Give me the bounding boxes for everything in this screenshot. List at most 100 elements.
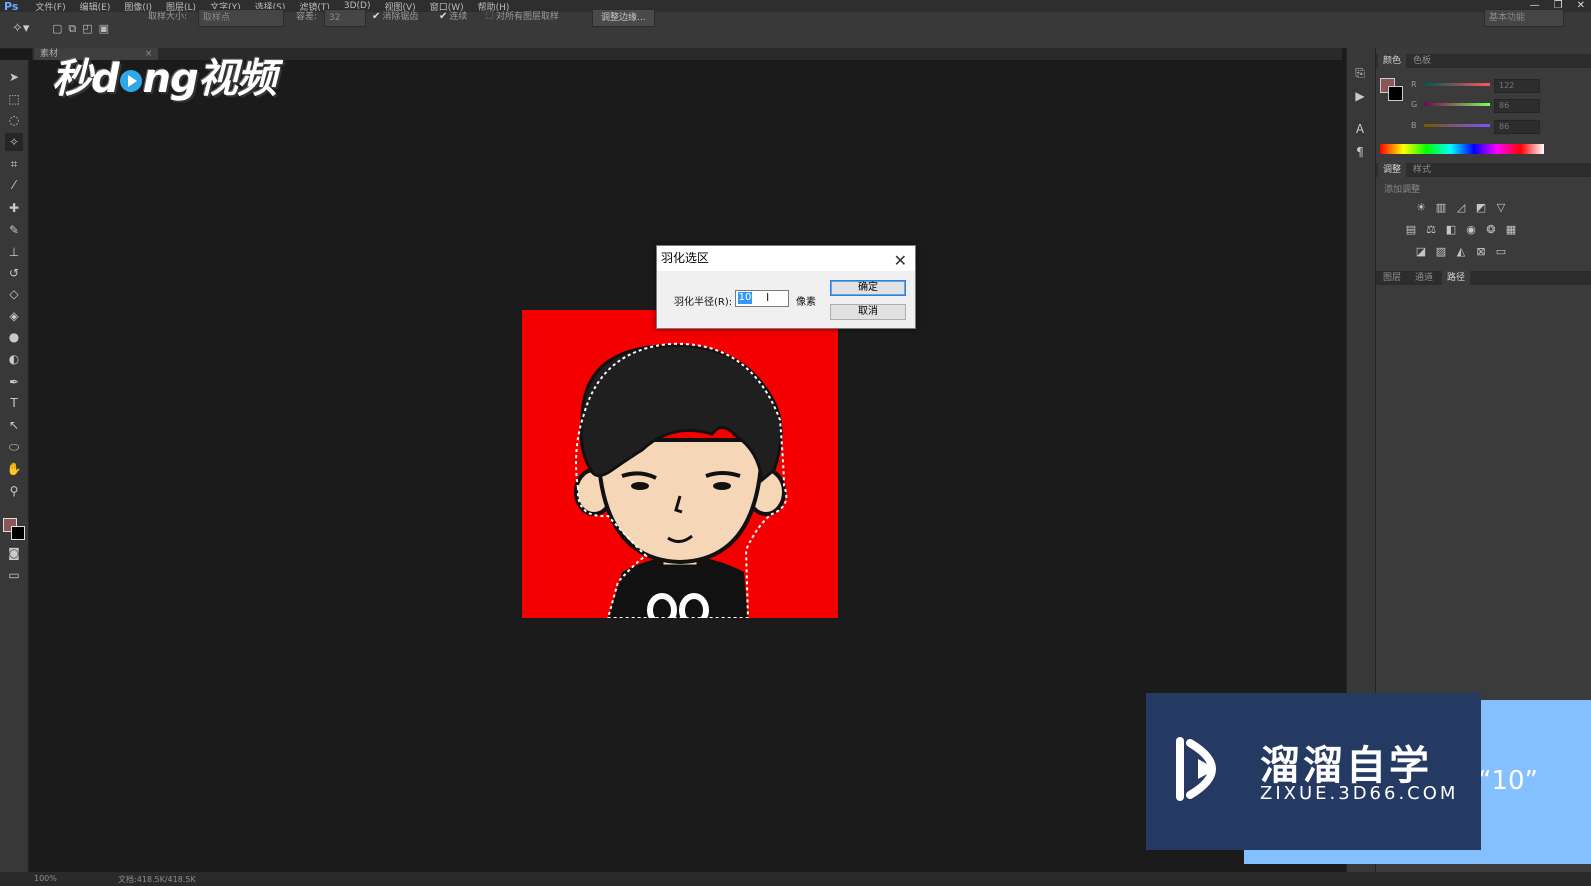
menu-file[interactable]: 文件(F) — [28, 0, 72, 13]
exposure-icon[interactable]: ◩ — [1474, 201, 1488, 215]
brightness-icon[interactable]: ☀ — [1414, 201, 1428, 215]
refine-edge-button[interactable]: 调整边缘... — [592, 9, 655, 27]
feather-radius-input[interactable]: 10 I — [735, 290, 789, 307]
b-channel-label: B — [1411, 121, 1417, 130]
g-slider[interactable] — [1424, 103, 1490, 106]
curves-icon[interactable]: ◿ — [1454, 201, 1468, 215]
paragraph-panel-icon[interactable]: ¶ — [1351, 145, 1369, 163]
character-panel-icon[interactable]: A — [1351, 122, 1369, 140]
hue-saturation-icon[interactable]: ▤ — [1404, 223, 1418, 237]
channel-mixer-icon[interactable]: ❂ — [1484, 223, 1498, 237]
r-slider[interactable] — [1424, 83, 1490, 86]
type-tool-icon[interactable]: T — [5, 394, 23, 412]
cartoon-portrait — [522, 310, 838, 618]
close-icon[interactable]: ✕ — [894, 248, 907, 273]
magic-wand-preset-icon[interactable]: ✧▾ — [12, 21, 29, 36]
intersect-selection-icon[interactable]: ▣ — [99, 22, 109, 36]
sample-size-select[interactable]: 取样点 — [198, 9, 284, 27]
color-lookup-icon[interactable]: ▦ — [1504, 223, 1518, 237]
pen-tool-icon[interactable]: ✒ — [5, 373, 23, 391]
add-selection-icon[interactable]: ⧉ — [68, 22, 76, 36]
magic-wand-tool-icon[interactable]: ✧ — [5, 133, 23, 151]
zoom-tool-icon[interactable]: ⚲ — [5, 482, 23, 500]
quick-mask-icon[interactable]: ◙ — [5, 544, 23, 562]
path-select-tool-icon[interactable]: ↖ — [5, 416, 23, 434]
r-value-input[interactable]: 122 — [1494, 79, 1540, 93]
shape-tool-icon[interactable]: ⬭ — [5, 438, 23, 456]
tab-adjustments[interactable]: 调整 — [1378, 163, 1407, 177]
brush-tool-icon[interactable]: ✎ — [5, 221, 23, 239]
tab-swatches[interactable]: 色板 — [1408, 54, 1436, 68]
watermark-text-post: ng视频 — [142, 56, 277, 102]
adjust-icons-row-3: ◪ ▨ ◭ ⊠ ▭ — [1414, 245, 1508, 259]
actions-panel-icon[interactable]: ▶ — [1351, 89, 1369, 107]
tab-channels[interactable]: 通道 — [1410, 271, 1438, 285]
miaodong-watermark-logo: 秒d ng视频 — [52, 46, 277, 104]
selective-color-icon[interactable]: ⊠ — [1474, 245, 1488, 259]
menu-edit[interactable]: 编辑(E) — [73, 0, 118, 13]
gradient-map-icon[interactable]: ▭ — [1494, 245, 1508, 259]
tab-styles[interactable]: 样式 — [1408, 163, 1436, 177]
move-tool-icon[interactable]: ➤ — [5, 68, 23, 86]
color-spectrum-bar[interactable] — [1380, 144, 1544, 154]
history-panel-icon[interactable]: ⎘ — [1351, 66, 1369, 84]
marquee-tool-icon[interactable]: ⬚ — [5, 90, 23, 108]
black-white-icon[interactable]: ◧ — [1444, 223, 1458, 237]
crop-tool-icon[interactable]: ⌗ — [5, 155, 23, 173]
levels-icon[interactable]: ▥ — [1434, 201, 1448, 215]
contiguous-checkbox[interactable]: ✔ 连续 — [439, 9, 467, 25]
ps-logo: Ps — [4, 0, 19, 13]
subtract-selection-icon[interactable]: ◰ — [82, 22, 92, 36]
eraser-tool-icon[interactable]: ◇ — [5, 285, 23, 303]
blur-tool-icon[interactable]: ● — [5, 328, 23, 346]
play-dot-icon — [119, 70, 142, 92]
workspace-select[interactable]: 基本功能 — [1484, 9, 1564, 27]
document-info[interactable]: 文档:418.5K/418.5K — [118, 874, 196, 885]
adjust-panel-tabs: 调整 样式 — [1376, 163, 1591, 177]
threshold-icon[interactable]: ◭ — [1454, 245, 1468, 259]
history-brush-tool-icon[interactable]: ↺ — [5, 264, 23, 282]
all-layers-label: 对所有图层取样 — [495, 12, 559, 22]
new-selection-icon[interactable]: ▢ — [52, 22, 62, 36]
posterize-icon[interactable]: ▨ — [1434, 245, 1448, 259]
watermark-text-pre: 秒d — [52, 56, 120, 102]
cancel-button[interactable]: 取消 — [830, 304, 906, 320]
selected-radius-value: 10 — [738, 292, 752, 304]
feather-selection-dialog: 羽化选区 ✕ 羽化半径(R): 10 I 像素 确定 取消 — [656, 245, 916, 329]
background-color-swatch[interactable] — [11, 526, 25, 540]
photo-filter-icon[interactable]: ◉ — [1464, 223, 1478, 237]
callout-text: “10” — [1478, 766, 1539, 796]
zoom-level[interactable]: 100% — [34, 874, 57, 883]
adjust-icons-row-2: ▤ ⚖ ◧ ◉ ❂ ▦ — [1404, 223, 1518, 237]
tolerance-input[interactable]: 32 — [324, 9, 366, 27]
b-slider[interactable] — [1424, 124, 1490, 127]
pixels-unit-label: 像素 — [796, 297, 816, 308]
tab-paths[interactable]: 路径 — [1442, 271, 1471, 285]
vibrance-icon[interactable]: ▽ — [1494, 201, 1508, 215]
check-icon: ✔ — [372, 11, 381, 22]
ok-button[interactable]: 确定 — [830, 280, 906, 296]
color-balance-icon[interactable]: ⚖ — [1424, 223, 1438, 237]
hand-tool-icon[interactable]: ✋ — [5, 460, 23, 478]
invert-icon[interactable]: ◪ — [1414, 245, 1428, 259]
document-image[interactable] — [522, 310, 838, 618]
bucket-tool-icon[interactable]: ◈ — [5, 307, 23, 325]
tab-layers[interactable]: 图层 — [1378, 271, 1406, 285]
zixue-play-logo-icon — [1176, 737, 1216, 801]
screen-mode-icon[interactable]: ▭ — [5, 566, 23, 584]
healing-tool-icon[interactable]: ✚ — [5, 199, 23, 217]
close-window-button[interactable]: ✕ — [1577, 0, 1585, 11]
b-value-input[interactable]: 86 — [1494, 120, 1540, 134]
lasso-tool-icon[interactable]: ◌ — [5, 111, 23, 129]
all-layers-checkbox[interactable]: ☐ 对所有图层取样 — [485, 9, 559, 25]
eyedropper-tool-icon[interactable]: ⁄ — [5, 176, 23, 194]
stamp-tool-icon[interactable]: ⊥ — [5, 243, 23, 261]
antialias-checkbox[interactable]: ✔ 消除锯齿 — [372, 9, 418, 25]
dodge-tool-icon[interactable]: ◐ — [5, 350, 23, 368]
tab-color[interactable]: 颜色 — [1378, 54, 1407, 68]
g-value-input[interactable]: 86 — [1494, 99, 1540, 113]
dialog-title: 羽化选区 — [661, 251, 710, 265]
dialog-titlebar: 羽化选区 ✕ — [657, 246, 915, 271]
color-panel-background-swatch[interactable] — [1388, 86, 1403, 101]
feather-radius-label: 羽化半径(R): — [674, 297, 733, 308]
